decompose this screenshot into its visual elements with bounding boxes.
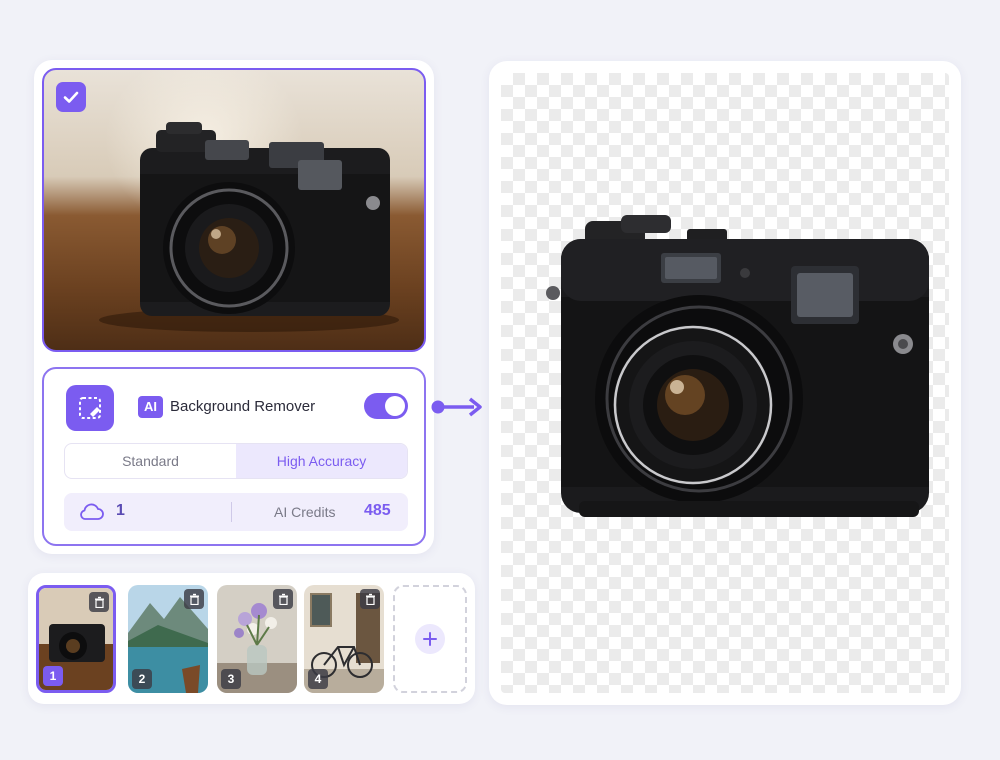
credits-used: 1 — [116, 502, 125, 519]
background-remove-icon[interactable] — [66, 385, 114, 431]
accuracy-mode-selector: Standard High Accuracy — [64, 443, 408, 479]
thumbnail-number: 3 — [221, 669, 241, 689]
camera-photo — [99, 122, 399, 332]
delete-thumbnail-1-button[interactable] — [89, 592, 109, 612]
editor-card: AI Background Remover Standard High Accu… — [34, 60, 434, 554]
trash-icon — [278, 593, 288, 605]
credits-label: AI Credits — [274, 504, 336, 520]
trash-icon — [365, 593, 375, 605]
delete-thumbnail-4-button[interactable] — [360, 589, 380, 609]
arrow-right-icon — [431, 397, 482, 417]
background-remover-panel: AI Background Remover Standard High Accu… — [42, 367, 426, 546]
thumbnail-3[interactable]: 3 — [217, 585, 297, 693]
trash-icon — [94, 596, 104, 608]
check-icon — [63, 91, 79, 103]
enable-toggle[interactable] — [364, 393, 408, 419]
cutout-camera-image[interactable] — [489, 61, 961, 705]
thumbnail-number: 1 — [43, 666, 63, 686]
result-card — [489, 61, 961, 705]
thumbnail-4[interactable]: 4 — [304, 585, 384, 693]
thumbnail-number: 4 — [308, 669, 328, 689]
source-image-preview[interactable] — [42, 68, 426, 352]
tool-title: Background Remover — [170, 398, 316, 415]
mode-high-accuracy[interactable]: High Accuracy — [236, 444, 407, 478]
cloud-icon — [80, 503, 104, 520]
thumbnail-strip: 1 2 3 4 — [28, 573, 475, 704]
ai-badge: AI — [138, 396, 163, 418]
thumbnail-2[interactable]: 2 — [128, 585, 208, 693]
thumbnail-1[interactable]: 1 — [36, 585, 116, 693]
delete-thumbnail-2-button[interactable] — [184, 589, 204, 609]
credits-value: 485 — [364, 502, 391, 519]
thumbnail-number: 2 — [132, 669, 152, 689]
add-image-button[interactable] — [393, 585, 467, 693]
selected-checkbox[interactable] — [56, 82, 86, 112]
trash-icon — [189, 593, 199, 605]
delete-thumbnail-3-button[interactable] — [273, 589, 293, 609]
mode-standard[interactable]: Standard — [65, 444, 236, 478]
credits-bar: 1 AI Credits 485 — [64, 493, 408, 531]
plus-icon — [423, 632, 437, 646]
